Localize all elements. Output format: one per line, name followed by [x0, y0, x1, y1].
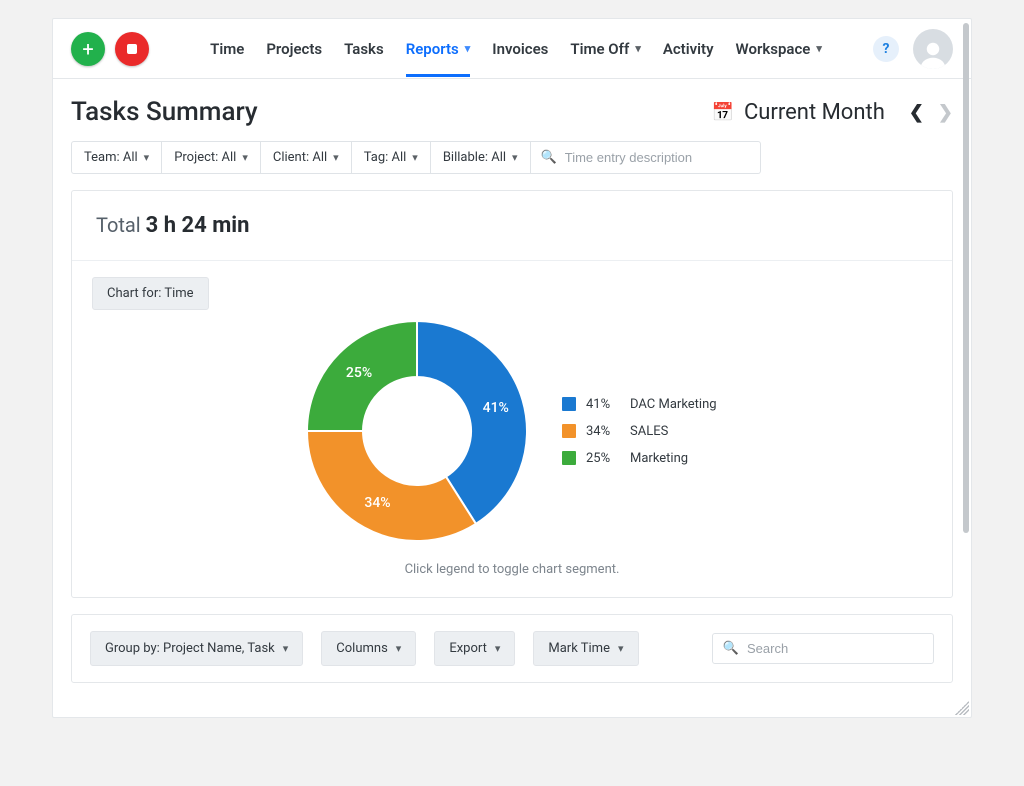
nav-tasks[interactable]: Tasks — [344, 40, 384, 58]
group-by-button[interactable]: Group by: Project Name, Task ▾ — [90, 631, 303, 666]
table-search-input[interactable] — [747, 641, 923, 656]
columns-label: Columns — [336, 641, 388, 656]
chevron-down-icon: ▾ — [816, 42, 822, 55]
group-by-label: Group by: Project Name, Task — [105, 641, 275, 656]
donut-chart: 41% 34% 25% — [302, 316, 532, 546]
chevron-down-icon: ▾ — [144, 151, 150, 164]
slice-label: 34% — [364, 495, 390, 511]
add-button[interactable]: + — [71, 32, 105, 66]
nav-label: Activity — [663, 40, 714, 58]
nav-time-off[interactable]: Time Off ▾ — [570, 40, 640, 58]
nav-label: Reports — [406, 40, 459, 58]
chart-note: Click legend to toggle chart segment. — [92, 562, 932, 577]
search-icon: 🔍 — [723, 641, 739, 656]
filter-project-label: Project: All — [174, 150, 236, 165]
chevron-down-icon: ▾ — [396, 642, 402, 655]
legend-pct: 41% — [586, 397, 620, 412]
nav-workspace[interactable]: Workspace ▾ — [736, 40, 822, 58]
filter-client[interactable]: Client: All ▾ — [261, 141, 352, 174]
nav-label: Invoices — [492, 40, 548, 58]
nav-reports[interactable]: Reports ▾ — [406, 40, 471, 77]
plus-icon: + — [82, 39, 93, 59]
total-label: Total — [96, 213, 141, 237]
nav-label: Tasks — [344, 40, 384, 58]
slice-label: 25% — [346, 365, 372, 381]
export-button[interactable]: Export ▾ — [434, 631, 515, 666]
legend-pct: 25% — [586, 451, 620, 466]
nav-activity[interactable]: Activity — [663, 40, 714, 58]
columns-button[interactable]: Columns ▾ — [321, 631, 416, 666]
filter-billable-label: Billable: All — [443, 150, 506, 165]
prev-period-button[interactable]: ❮ — [909, 102, 924, 123]
chevron-down-icon: ▾ — [283, 642, 289, 655]
chevron-down-icon: ▾ — [412, 151, 418, 164]
filter-search[interactable]: 🔍 — [531, 141, 761, 174]
scrollbar[interactable] — [963, 23, 969, 533]
nav-label: Time — [210, 40, 244, 58]
legend-item[interactable]: 34% SALES — [562, 424, 722, 439]
filter-tag-label: Tag: All — [364, 150, 407, 165]
chevron-down-icon: ▾ — [495, 642, 501, 655]
stop-icon — [127, 44, 137, 54]
chart-toggle[interactable]: Chart for: Time — [92, 277, 209, 310]
question-icon: ? — [883, 41, 890, 57]
chevron-down-icon: ▾ — [333, 151, 339, 164]
chevron-down-icon: ▾ — [635, 42, 641, 55]
legend-swatch — [562, 424, 576, 438]
user-icon — [918, 39, 948, 69]
nav-label: Time Off — [570, 40, 629, 58]
calendar-icon: 📅 — [712, 102, 734, 123]
total-value: 3 h 24 min — [146, 213, 250, 238]
chevron-down-icon: ▾ — [512, 151, 518, 164]
legend-name: Marketing — [630, 451, 688, 466]
filter-project[interactable]: Project: All ▾ — [162, 141, 261, 174]
help-button[interactable]: ? — [873, 36, 899, 62]
avatar[interactable] — [913, 29, 953, 69]
total-row: Total 3 h 24 min — [72, 191, 952, 261]
nav-time[interactable]: Time — [210, 40, 244, 58]
nav-invoices[interactable]: Invoices — [492, 40, 548, 58]
mark-time-label: Mark Time — [548, 641, 610, 656]
page-title: Tasks Summary — [71, 97, 712, 127]
filter-billable[interactable]: Billable: All ▾ — [431, 141, 531, 174]
chart-toggle-label: Chart for: Time — [107, 286, 194, 301]
slice-label: 41% — [483, 400, 509, 416]
chevron-down-icon: ▾ — [242, 151, 248, 164]
legend-name: DAC Marketing — [630, 397, 717, 412]
stop-timer-button[interactable] — [115, 32, 149, 66]
table-search[interactable]: 🔍 — [712, 633, 934, 664]
search-icon: 🔍 — [541, 150, 557, 165]
legend-item[interactable]: 41% DAC Marketing — [562, 397, 722, 412]
search-input[interactable] — [565, 150, 750, 165]
next-period-button[interactable]: ❯ — [938, 102, 953, 123]
nav-label: Workspace — [736, 40, 811, 58]
date-range-label[interactable]: Current Month — [744, 100, 885, 125]
filter-team-label: Team: All — [84, 150, 138, 165]
export-label: Export — [449, 641, 487, 656]
resize-grip-icon[interactable] — [955, 701, 969, 715]
nav-label: Projects — [266, 40, 322, 58]
filter-team[interactable]: Team: All ▾ — [71, 141, 162, 174]
filter-client-label: Client: All — [273, 150, 327, 165]
chevron-down-icon: ▾ — [618, 642, 624, 655]
legend-pct: 34% — [586, 424, 620, 439]
nav-projects[interactable]: Projects — [266, 40, 322, 58]
legend-item[interactable]: 25% Marketing — [562, 451, 722, 466]
legend-swatch — [562, 451, 576, 465]
legend-swatch — [562, 397, 576, 411]
chevron-down-icon: ▾ — [465, 42, 471, 55]
filter-tag[interactable]: Tag: All ▾ — [352, 141, 431, 174]
legend-name: SALES — [630, 424, 668, 439]
mark-time-button[interactable]: Mark Time ▾ — [533, 631, 638, 666]
